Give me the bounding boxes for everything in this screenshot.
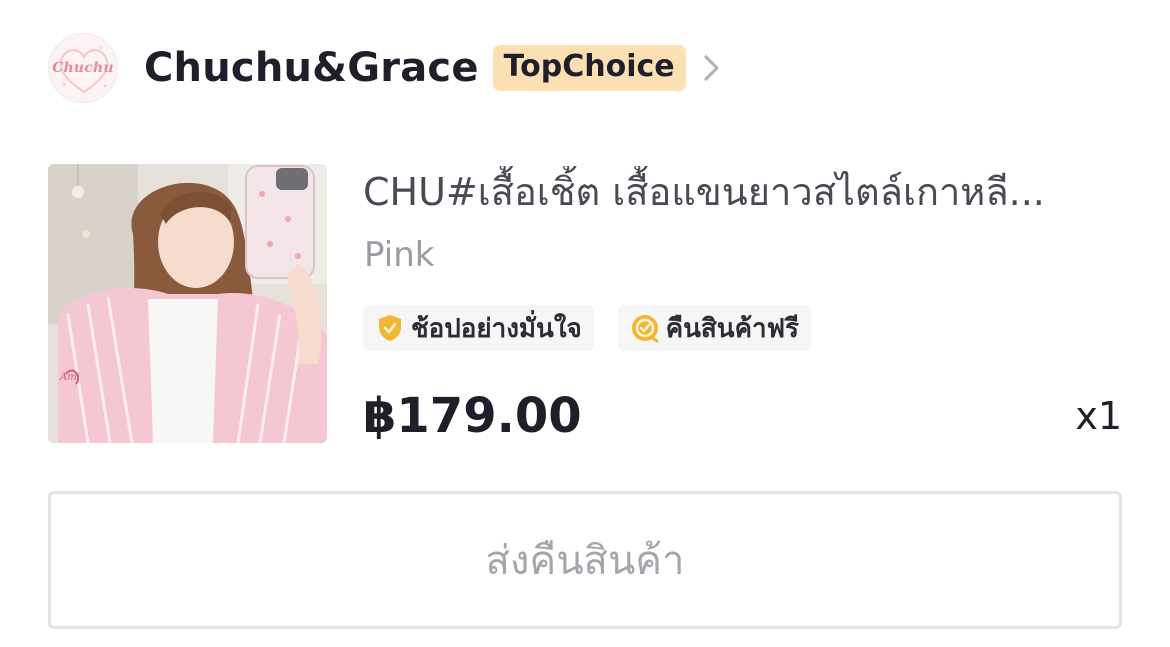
chevron-right-icon[interactable] bbox=[702, 53, 722, 83]
shield-check-icon bbox=[375, 313, 405, 343]
service-tags: ช้อปอย่างมั่นใจ คืนสินค้าฟรี bbox=[363, 305, 835, 351]
tag-label: ช้อปอย่างมั่นใจ bbox=[411, 313, 582, 344]
svg-text:Ami: Ami bbox=[59, 372, 80, 383]
product-quantity: x1 bbox=[1075, 394, 1122, 438]
shop-header[interactable]: Chuchu Chuchu&Grace TopChoice bbox=[48, 32, 722, 104]
return-item-label: ส่งคืนสินค้า bbox=[485, 538, 685, 584]
tag-label: คืนสินค้าฟรี bbox=[665, 313, 799, 344]
return-item-button[interactable]: ส่งคืนสินค้า bbox=[48, 491, 1122, 629]
product-price: ฿179.00 bbox=[363, 388, 582, 444]
shop-avatar[interactable]: Chuchu bbox=[48, 33, 118, 103]
tag-free-return[interactable]: คืนสินค้าฟรี bbox=[617, 305, 811, 351]
product-variant: Pink bbox=[364, 235, 435, 275]
product-image[interactable]: Ami bbox=[48, 164, 327, 443]
tag-shop-with-confidence[interactable]: ช้อปอย่างมั่นใจ bbox=[363, 305, 594, 351]
product-title[interactable]: CHU#เสื้อเชิ้ต เสื้อแขนยาวสไตล์เกาหลี... bbox=[363, 166, 1123, 218]
shop-logo-text: Chuchu bbox=[52, 60, 114, 76]
shop-name[interactable]: Chuchu&Grace bbox=[144, 45, 479, 91]
topchoice-badge: TopChoice bbox=[492, 45, 686, 91]
return-badge-icon bbox=[630, 313, 660, 343]
